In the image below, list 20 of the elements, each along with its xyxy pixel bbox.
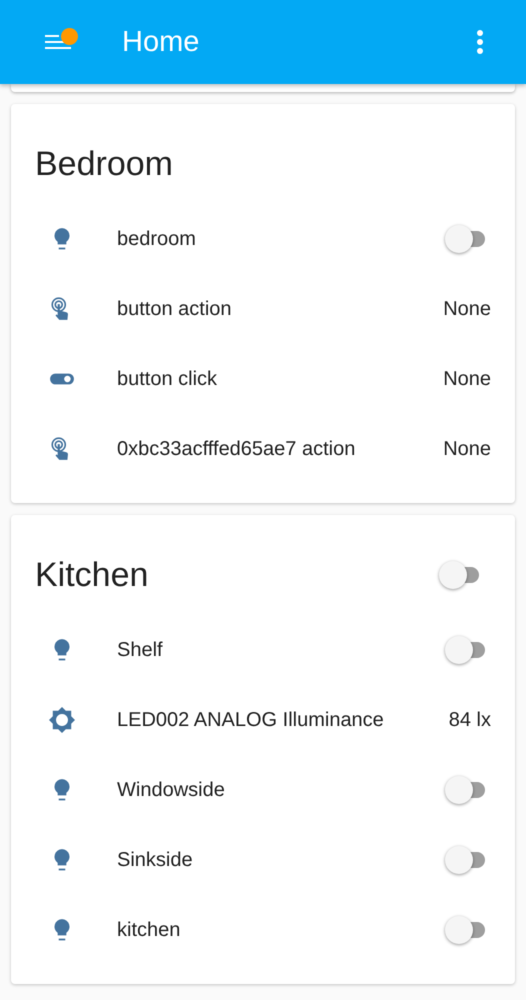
entity-state: None [443, 368, 491, 390]
entity-state: None [443, 298, 491, 320]
entity-name[interactable]: bedroom [117, 228, 444, 250]
menu-icon [45, 34, 71, 50]
card-title: Bedroom [35, 144, 174, 184]
card-title: Kitchen [35, 556, 150, 594]
entity-name[interactable]: Shelf [117, 638, 444, 662]
entity-name[interactable]: LED002 ANALOG Illuminance [117, 708, 449, 732]
entity-name[interactable]: Windowside [117, 778, 444, 802]
more-options-button[interactable] [474, 27, 486, 57]
entity-name[interactable]: button action [117, 298, 444, 320]
entity-state: 84 lx [448, 708, 491, 732]
entity-state: None [443, 438, 491, 460]
brightness-icon [49, 707, 75, 733]
more-icon [477, 30, 483, 54]
entity-name[interactable]: kitchen [117, 918, 444, 942]
entity-name[interactable]: Sinkside [117, 848, 444, 872]
entity-name[interactable]: 0xbc33acfffed65ae7 action [117, 438, 444, 460]
page-title: Home [122, 26, 200, 58]
entity-name[interactable]: button click [117, 368, 444, 390]
